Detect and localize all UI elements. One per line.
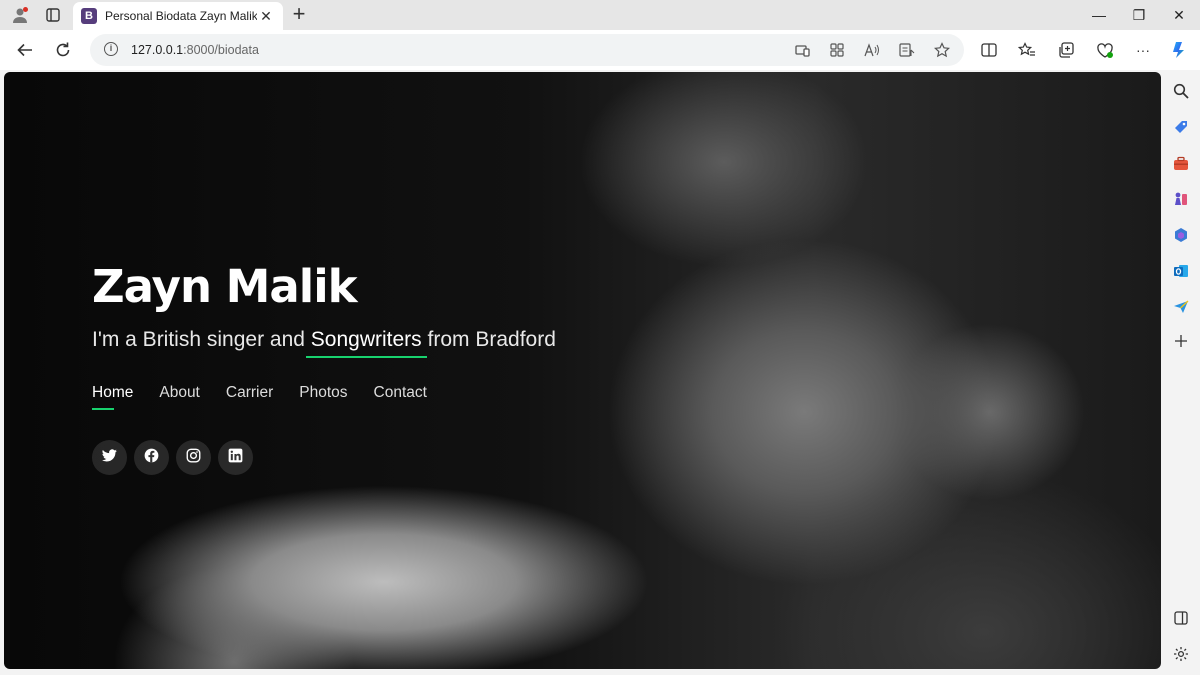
new-tab-button[interactable]: + (287, 3, 311, 25)
twitter-icon (102, 448, 117, 467)
close-tab-icon[interactable]: ✕ (257, 8, 275, 25)
tab-strip: B Personal Biodata Zayn Malik ✕ + — ❐ ✕ (0, 0, 1200, 30)
profile-icon[interactable] (9, 4, 31, 26)
hero-subtitle-prefix: I'm a British singer and (92, 328, 311, 351)
more-options-icon[interactable]: ··· (1133, 40, 1153, 60)
bootstrap-favicon-icon: B (81, 8, 97, 24)
apps-grid-icon[interactable] (829, 42, 845, 58)
browser-tab[interactable]: B Personal Biodata Zayn Malik ✕ (73, 2, 283, 30)
add-plus-icon[interactable] (1172, 332, 1190, 350)
main-nav: Home About Carrier Photos Contact (92, 384, 453, 410)
microsoft-365-icon[interactable] (1172, 226, 1190, 244)
social-links (92, 440, 260, 475)
twitter-link[interactable] (92, 440, 127, 475)
instagram-link[interactable] (176, 440, 211, 475)
typed-role: Songwriters (310, 328, 422, 351)
address-bar[interactable]: i 127.0.0.1:8000/biodata (90, 34, 964, 66)
nav-about[interactable]: About (159, 384, 200, 402)
settings-gear-icon[interactable] (1172, 645, 1190, 663)
url-text: 127.0.0.1:8000/biodata (131, 43, 259, 57)
page-viewport: Zayn Malik I'm a British singer and Song… (4, 72, 1161, 669)
refresh-icon[interactable] (51, 38, 75, 62)
send-drop-icon[interactable] (1172, 298, 1190, 316)
tab-actions-icon[interactable] (42, 4, 64, 26)
back-arrow-icon[interactable] (13, 38, 37, 62)
favorites-icon[interactable] (1017, 40, 1037, 60)
nav-home[interactable]: Home (92, 384, 133, 410)
nav-photos[interactable]: Photos (299, 384, 347, 402)
read-aloud-icon[interactable] (864, 42, 880, 58)
nav-contact[interactable]: Contact (374, 384, 427, 402)
linkedin-link[interactable] (218, 440, 253, 475)
site-info-icon[interactable]: i (104, 42, 118, 56)
hero-background-photo (4, 72, 1161, 669)
hero-subtitle: I'm a British singer and Songwriters fro… (92, 328, 556, 352)
browser-toolbar: i 127.0.0.1:8000/biodata ··· (0, 30, 1200, 70)
favorite-star-icon[interactable] (934, 42, 950, 58)
collections-icon[interactable] (1056, 40, 1076, 60)
nav-carrier[interactable]: Carrier (226, 384, 273, 402)
outlook-icon[interactable] (1172, 262, 1190, 280)
hero-subtitle-suffix: from Bradford (421, 328, 556, 351)
split-screen-icon[interactable] (979, 40, 999, 60)
app-available-icon[interactable] (794, 42, 810, 58)
games-chess-icon[interactable] (1172, 190, 1190, 208)
facebook-link[interactable] (134, 440, 169, 475)
hide-sidebar-icon[interactable] (1172, 609, 1190, 627)
tab-title: Personal Biodata Zayn Malik (105, 9, 257, 23)
browser-essentials-icon[interactable] (1095, 40, 1115, 60)
instagram-icon (186, 448, 201, 468)
hero-name: Zayn Malik (92, 260, 358, 313)
facebook-icon (144, 448, 159, 468)
immersive-reader-icon[interactable] (899, 42, 915, 58)
edge-sidebar (1163, 70, 1200, 675)
search-icon[interactable] (1172, 82, 1190, 100)
copilot-icon[interactable] (1170, 40, 1190, 60)
shopping-tag-icon[interactable] (1172, 118, 1190, 136)
close-window-button[interactable]: ✕ (1156, 5, 1200, 25)
tools-briefcase-icon[interactable] (1172, 154, 1190, 172)
linkedin-icon (228, 448, 243, 468)
